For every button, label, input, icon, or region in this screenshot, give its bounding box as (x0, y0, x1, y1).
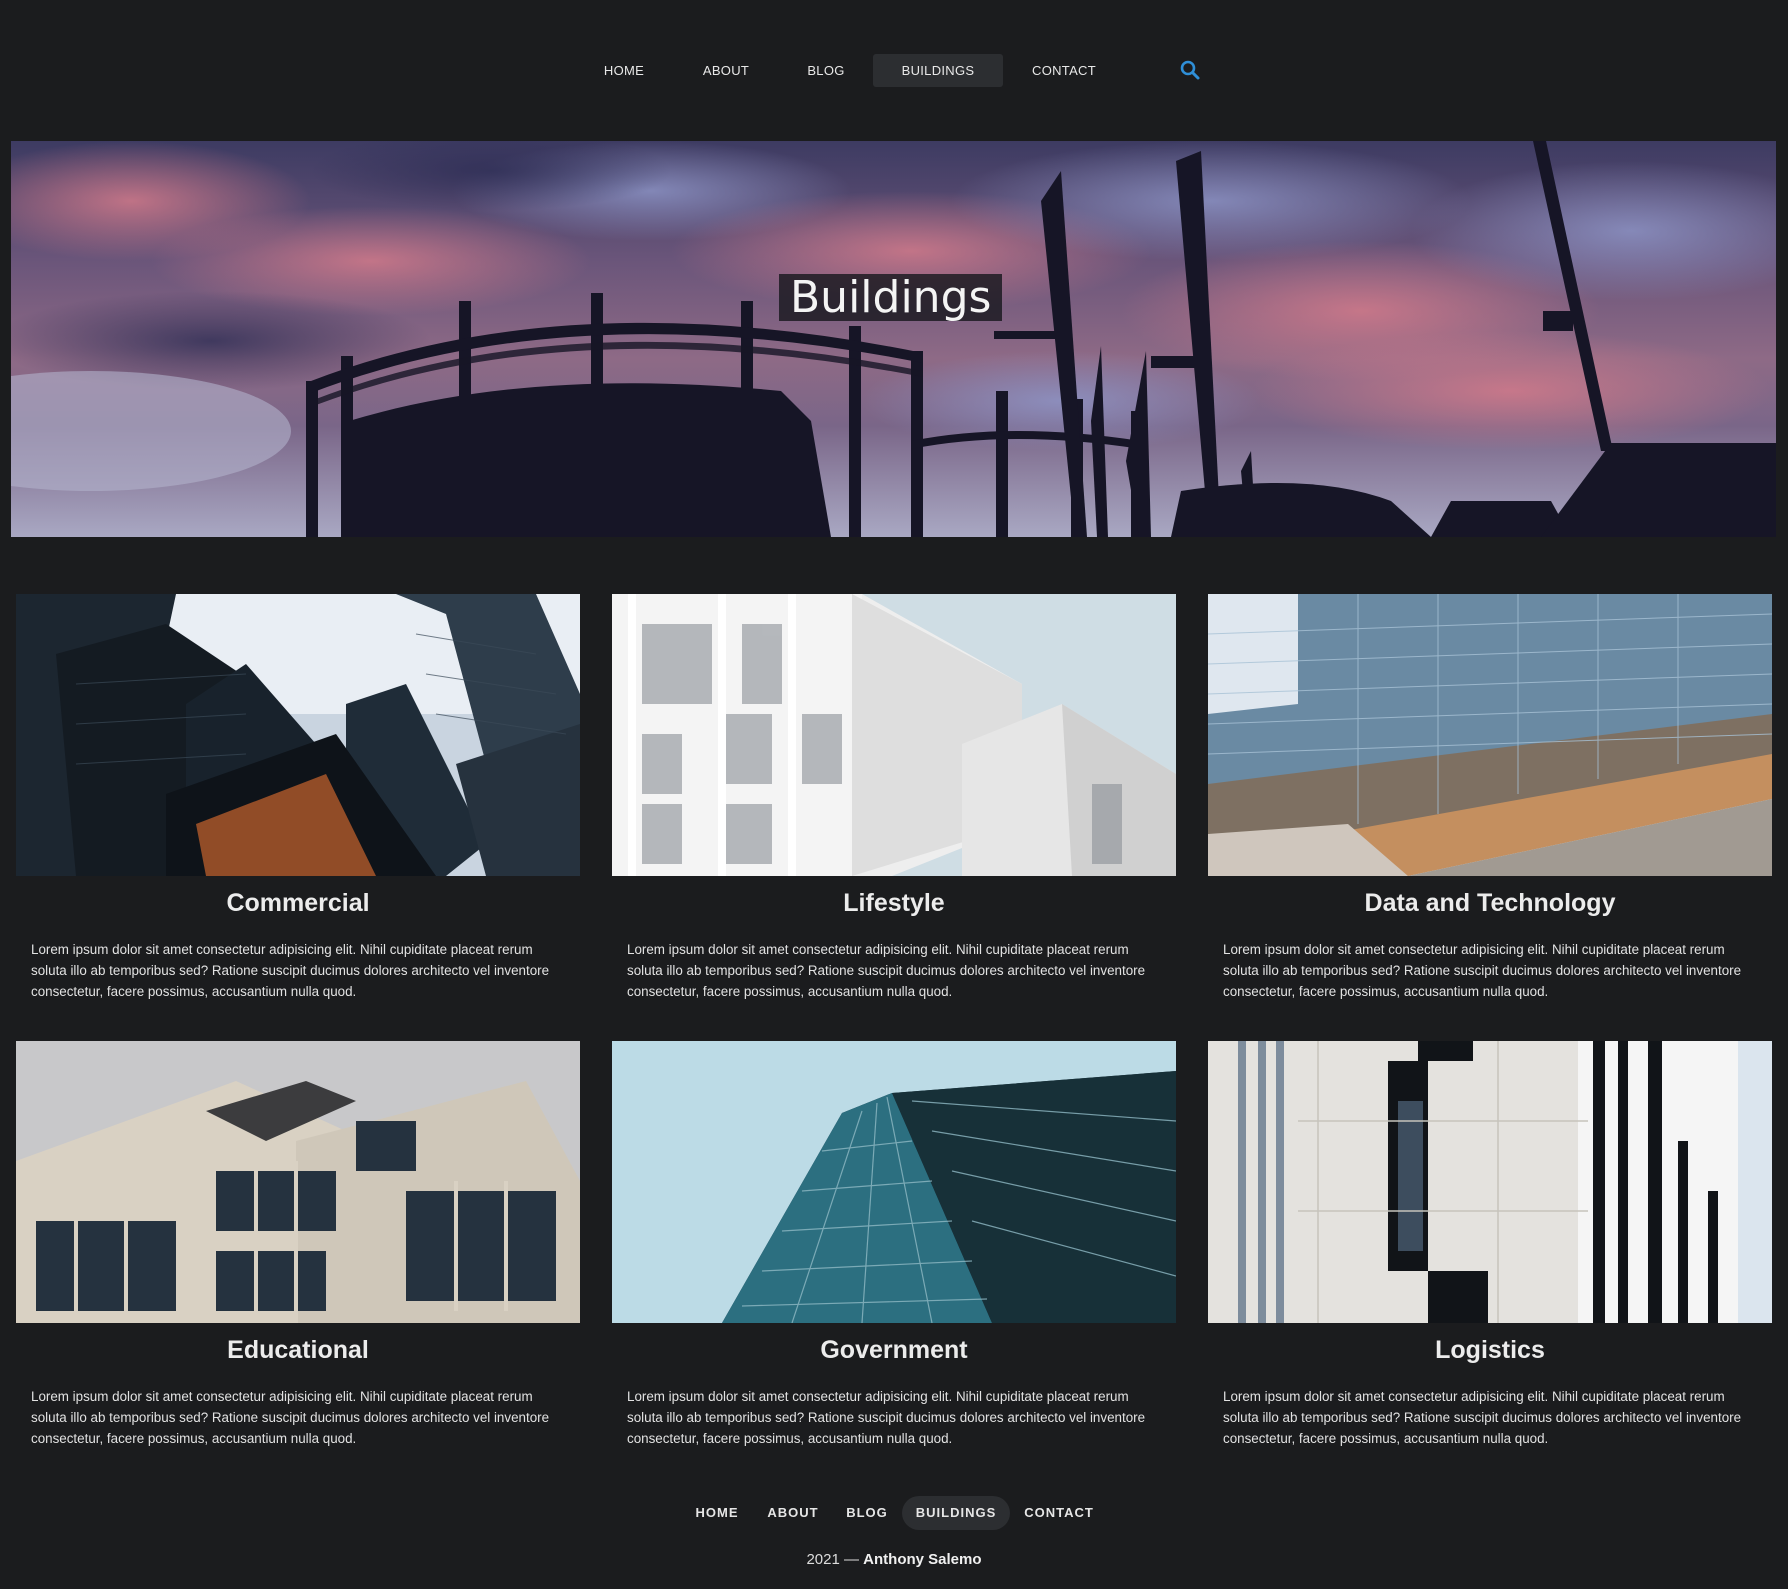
top-nav: HOME ABOUT BLOG BUILDINGS CONTACT (0, 50, 1788, 90)
nav-contact-link[interactable]: CONTACT (1020, 54, 1108, 87)
card-description: Lorem ipsum dolor sit amet consectetur a… (1223, 1389, 1742, 1446)
footer-nav-about-link[interactable]: ABOUT (758, 1496, 828, 1530)
card-title: Lifestyle (843, 889, 945, 917)
nav-about-link[interactable]: ABOUT (692, 54, 760, 87)
card-image (16, 1041, 580, 1323)
search-icon (1180, 60, 1200, 80)
footer-nav-contact-link[interactable]: CONTACT (1014, 1496, 1104, 1530)
copyright: 2021 — Anthony Salemo (0, 1551, 1788, 1568)
card-title: Data and Technology (1364, 889, 1616, 917)
card-government[interactable]: Government Lorem ipsum dolor sit amet co… (612, 1041, 1176, 1449)
nav-home-link[interactable]: HOME (590, 54, 658, 87)
card-description: Lorem ipsum dolor sit amet consectetur a… (31, 942, 550, 999)
card-image (612, 1041, 1176, 1323)
copyright-author: Anthony Salemo (863, 1551, 982, 1568)
hero-banner: Buildings (11, 141, 1776, 537)
card-image (16, 594, 580, 876)
nav-buildings-link[interactable]: BUILDINGS (873, 54, 1003, 87)
card-description: Lorem ipsum dolor sit amet consectetur a… (31, 1389, 550, 1446)
hero-skyline-image (11, 141, 1776, 537)
card-description: Lorem ipsum dolor sit amet consectetur a… (627, 942, 1146, 999)
card-data-and-technology[interactable]: Data and Technology Lorem ipsum dolor si… (1208, 594, 1772, 1002)
hero-title: Buildings (779, 274, 1003, 321)
footer-nav-home-link[interactable]: HOME (680, 1496, 754, 1530)
nav-blog-link[interactable]: BLOG (792, 54, 860, 87)
footer-nav: HOME ABOUT BLOG BUILDINGS CONTACT (0, 1496, 1788, 1530)
card-logistics[interactable]: Logistics Lorem ipsum dolor sit amet con… (1208, 1041, 1772, 1449)
card-description: Lorem ipsum dolor sit amet consectetur a… (1223, 942, 1742, 999)
footer-nav-buildings-link[interactable]: BUILDINGS (902, 1496, 1010, 1530)
card-image (612, 594, 1176, 876)
card-image (1208, 594, 1772, 876)
search-button[interactable] (1178, 58, 1204, 84)
card-description: Lorem ipsum dolor sit amet consectetur a… (627, 1389, 1146, 1446)
card-image (1208, 1041, 1772, 1323)
card-title: Commercial (226, 889, 370, 917)
footer-nav-blog-link[interactable]: BLOG (834, 1496, 900, 1530)
card-title: Government (820, 1336, 968, 1364)
card-educational[interactable]: Educational Lorem ipsum dolor sit amet c… (16, 1041, 580, 1449)
copyright-year: 2021 — (806, 1551, 859, 1568)
card-title: Logistics (1435, 1336, 1545, 1364)
card-commercial[interactable]: Commercial Lorem ipsum dolor sit amet co… (16, 594, 580, 1002)
card-lifestyle[interactable]: Lifestyle Lorem ipsum dolor sit amet con… (612, 594, 1176, 1002)
card-title: Educational (227, 1336, 369, 1364)
